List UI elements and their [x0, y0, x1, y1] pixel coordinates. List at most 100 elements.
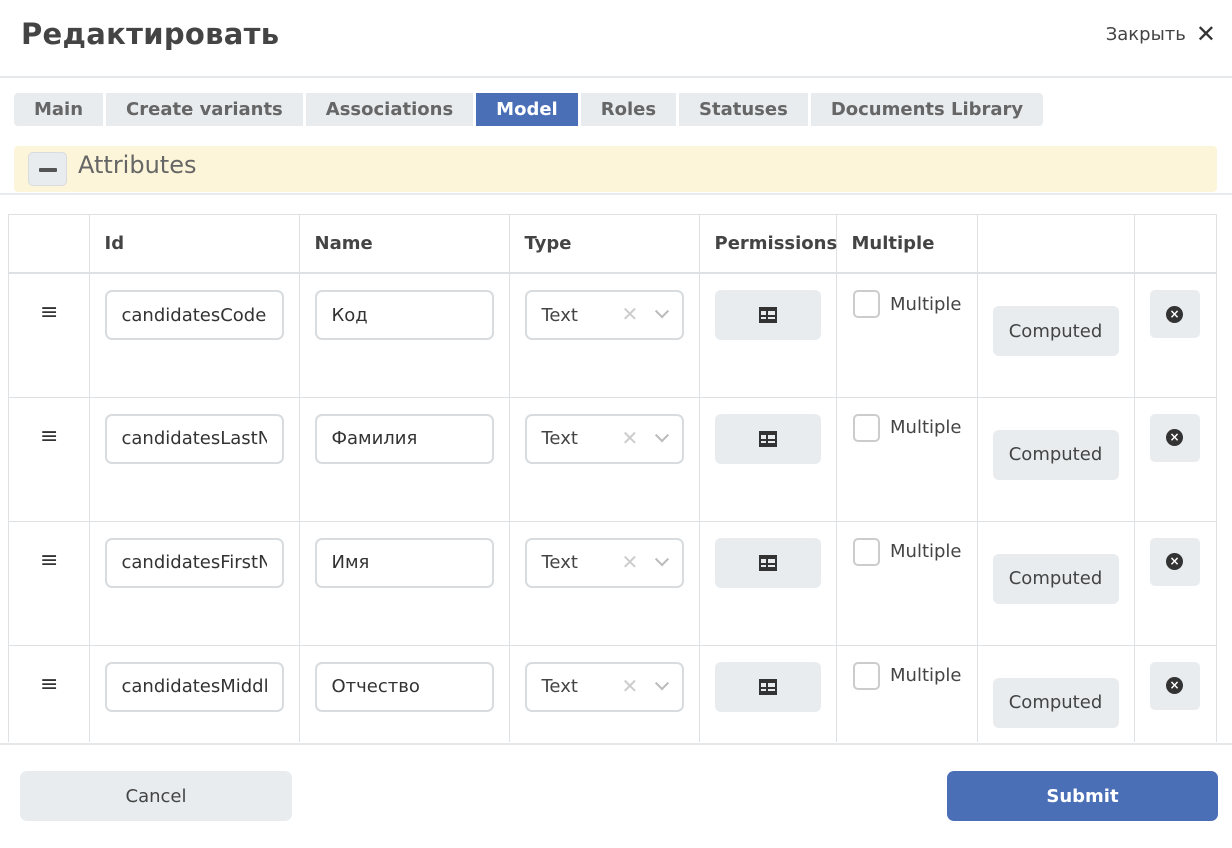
tab-documents-library[interactable]: Documents Library	[810, 93, 1044, 126]
chevron-down-icon[interactable]	[654, 427, 669, 442]
actions-cell: ×	[1134, 645, 1216, 742]
computed-cell: Computed	[977, 521, 1135, 646]
chevron-down-icon[interactable]	[654, 551, 669, 566]
close-label: Закрыть	[1105, 23, 1186, 45]
type-cell: Text ✕	[509, 397, 700, 522]
checkbox[interactable]	[852, 290, 880, 318]
id-input[interactable]	[104, 290, 284, 340]
dialog-footer: Cancel Submit	[0, 743, 1232, 848]
table-icon	[758, 307, 777, 323]
permissions-button[interactable]	[714, 290, 821, 340]
actions-cell: ×	[1134, 397, 1216, 522]
id-input[interactable]	[104, 661, 284, 712]
cancel-button[interactable]: Cancel	[20, 771, 292, 821]
name-cell	[299, 521, 510, 646]
tab-create-variants[interactable]: Create variants	[106, 93, 303, 126]
table-row: ≡ Text ✕ Multiple Computed ×	[9, 521, 1216, 646]
type-cell: Text ✕	[509, 645, 700, 742]
attributes-section-header: Attributes	[14, 146, 1217, 192]
submit-button[interactable]: Submit	[947, 771, 1218, 821]
column-header-computed	[977, 215, 1135, 274]
name-input[interactable]	[314, 661, 494, 712]
drag-cell: ≡	[9, 521, 90, 646]
name-input[interactable]	[314, 537, 494, 588]
type-select[interactable]: Text ✕	[524, 661, 684, 712]
remove-circle-icon: ×	[1166, 677, 1183, 694]
multiple-checkbox[interactable]: Multiple	[852, 661, 962, 690]
column-header-actions	[1134, 215, 1216, 274]
permissions-button[interactable]	[714, 661, 821, 712]
attributes-table: Id Name Type Permissions Multiple ≡ Text…	[8, 214, 1217, 742]
id-cell	[89, 645, 300, 742]
remove-row-button[interactable]: ×	[1149, 413, 1200, 462]
drag-handle-icon[interactable]: ≡	[40, 673, 58, 695]
checkbox[interactable]	[852, 537, 880, 566]
computed-button[interactable]: Computed	[992, 677, 1119, 728]
drag-cell: ≡	[9, 273, 90, 398]
drag-handle-icon[interactable]: ≡	[40, 302, 58, 324]
id-cell	[89, 397, 300, 522]
clear-icon[interactable]: ✕	[622, 552, 639, 572]
drag-handle-icon[interactable]: ≡	[40, 425, 58, 447]
computed-cell: Computed	[977, 645, 1135, 742]
permissions-cell	[699, 273, 837, 398]
permissions-cell	[699, 397, 837, 522]
permissions-button[interactable]	[714, 537, 821, 588]
multiple-checkbox[interactable]: Multiple	[852, 290, 962, 318]
type-value: Text	[541, 676, 578, 697]
remove-row-button[interactable]: ×	[1149, 661, 1200, 710]
dialog-title: Редактировать	[21, 17, 280, 51]
minus-icon[interactable]	[28, 152, 67, 186]
actions-cell: ×	[1134, 273, 1216, 398]
chevron-down-icon[interactable]	[654, 304, 669, 319]
type-value: Text	[541, 552, 578, 573]
table-header-row: Id Name Type Permissions Multiple	[9, 215, 1216, 274]
tab-main[interactable]: Main	[14, 93, 104, 126]
name-input[interactable]	[314, 290, 494, 340]
table-icon	[758, 430, 777, 447]
tab-statuses[interactable]: Statuses	[679, 93, 808, 126]
type-select[interactable]: Text ✕	[524, 537, 684, 588]
remove-circle-icon: ×	[1166, 429, 1183, 446]
permissions-cell	[699, 645, 837, 742]
remove-row-button[interactable]: ×	[1149, 537, 1200, 586]
clear-icon[interactable]: ✕	[622, 428, 639, 448]
column-header-type: Type	[509, 215, 700, 274]
name-input[interactable]	[314, 413, 494, 464]
multiple-cell: Multiple	[836, 397, 978, 522]
checkbox[interactable]	[852, 413, 880, 442]
multiple-label: Multiple	[890, 541, 962, 562]
close-button[interactable]: Закрыть ✕	[1106, 22, 1216, 46]
remove-circle-icon: ×	[1166, 553, 1183, 570]
tab-associations[interactable]: Associations	[305, 93, 474, 126]
multiple-checkbox[interactable]: Multiple	[852, 413, 962, 442]
remove-row-button[interactable]: ×	[1149, 290, 1200, 338]
multiple-label: Multiple	[890, 417, 962, 438]
multiple-checkbox[interactable]: Multiple	[852, 537, 962, 566]
type-select[interactable]: Text ✕	[524, 413, 684, 464]
tab-model[interactable]: Model	[476, 93, 578, 126]
drag-handle-icon[interactable]: ≡	[40, 549, 58, 571]
id-input[interactable]	[104, 413, 284, 464]
computed-button[interactable]: Computed	[992, 553, 1119, 604]
type-value: Text	[541, 428, 578, 449]
column-header-multiple: Multiple	[836, 215, 978, 274]
clear-icon[interactable]: ✕	[622, 676, 639, 696]
type-select[interactable]: Text ✕	[524, 290, 684, 340]
type-cell: Text ✕	[509, 273, 700, 398]
multiple-cell: Multiple	[836, 521, 978, 646]
checkbox[interactable]	[852, 661, 880, 690]
computed-button[interactable]: Computed	[992, 306, 1119, 356]
permissions-button[interactable]	[714, 413, 821, 464]
chevron-down-icon[interactable]	[654, 675, 669, 690]
drag-cell: ≡	[9, 645, 90, 742]
name-cell	[299, 397, 510, 522]
clear-icon[interactable]: ✕	[622, 304, 639, 324]
id-input[interactable]	[104, 537, 284, 588]
multiple-label: Multiple	[890, 293, 962, 315]
multiple-cell: Multiple	[836, 645, 978, 742]
id-cell	[89, 273, 300, 398]
dialog-header: Редактировать Закрыть ✕	[0, 0, 1232, 78]
computed-button[interactable]: Computed	[992, 429, 1119, 480]
tab-roles[interactable]: Roles	[580, 93, 677, 126]
